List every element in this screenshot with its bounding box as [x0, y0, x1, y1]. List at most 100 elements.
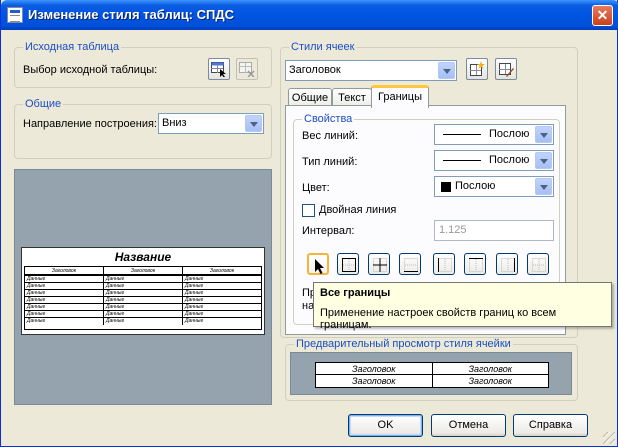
- cell-preview-cell: Заголовок: [468, 364, 512, 374]
- preview-data-cell: Данные: [185, 276, 204, 282]
- preview-data-cell: Данные: [185, 304, 204, 310]
- color-swatch: [441, 182, 451, 192]
- top-border-icon: [469, 258, 483, 272]
- bottom-border-icon: [404, 258, 418, 272]
- preview-data-cell: Данные: [104, 276, 183, 282]
- chevron-down-icon[interactable]: [535, 126, 552, 143]
- line-type-swatch: [443, 160, 481, 161]
- direction-label: Направление построения:: [23, 118, 157, 130]
- interval-input[interactable]: 1.125: [434, 220, 554, 241]
- chevron-down-icon[interactable]: [535, 152, 552, 169]
- help-button[interactable]: Справка: [513, 414, 588, 437]
- cell-preview-row: Заголовок Заголовок: [316, 375, 548, 387]
- preview-data-row: Данные Данные Данные: [25, 304, 261, 311]
- preview-data-cell: Данные: [185, 297, 204, 303]
- right-border-icon: [501, 258, 515, 272]
- preview-data-cell: Данные: [185, 283, 204, 289]
- bottom-border-button[interactable]: [399, 253, 421, 275]
- preview-data-row: Данные Данные Данные: [25, 290, 261, 297]
- tooltip-title: Все границы: [320, 287, 391, 299]
- cell-preview-cell: Заголовок: [316, 375, 433, 387]
- preview-data-row: Данные Данные Данные: [25, 283, 261, 290]
- cell-style-select[interactable]: Заголовок: [285, 60, 457, 81]
- all-borders-tooltip: Все границы Применение настроек свойств …: [313, 282, 612, 331]
- outer-borders-button[interactable]: [337, 253, 359, 275]
- select-source-table-button[interactable]: [208, 58, 230, 80]
- preview-header-cell: Заголовок: [104, 267, 183, 274]
- chevron-down-icon[interactable]: [535, 178, 552, 195]
- preview-data-cell: Данные: [104, 304, 183, 310]
- cell-style-value: Заголовок: [289, 64, 341, 76]
- outer-borders-icon: [342, 258, 356, 272]
- preview-data-cell: Данные: [104, 318, 183, 325]
- line-weight-value: Послою: [489, 128, 530, 140]
- color-value: Послою: [455, 180, 496, 192]
- title-bar[interactable]: Изменение стиля таблиц: СПДС ✕: [1, 0, 618, 30]
- preview-data-cell: Данные: [185, 311, 204, 317]
- right-border-button[interactable]: [496, 253, 518, 275]
- resize-grip[interactable]: [603, 432, 615, 444]
- line-weight-select[interactable]: Послою: [434, 124, 554, 145]
- preview-data-cell: Данные: [25, 283, 104, 289]
- inner-borders-button[interactable]: [368, 253, 390, 275]
- select-source-table-label: Выбор исходной таблицы:: [23, 64, 158, 76]
- new-cell-style-icon: [470, 61, 485, 76]
- cursor-icon: [315, 259, 324, 274]
- all-borders-button[interactable]: [307, 253, 329, 275]
- preview-data-cell: Данные: [185, 318, 204, 324]
- cell-styles-legend: Стили ячеек: [289, 41, 357, 53]
- dialog-window: Изменение стиля таблиц: СПДС ✕ Исходная …: [0, 0, 618, 447]
- table-delete-icon: [239, 62, 255, 77]
- preview-data-row: Данные Данные Данные: [25, 276, 261, 283]
- direction-select[interactable]: Вниз: [158, 113, 264, 134]
- preview-data-cell: Данные: [185, 290, 204, 296]
- line-weight-swatch: [443, 134, 481, 135]
- cell-style-preview: Заголовок Заголовок Заголовок Заголовок: [290, 352, 572, 395]
- line-type-value: Послою: [489, 154, 530, 166]
- source-table-legend: Исходная таблица: [23, 41, 122, 53]
- preview-sheet: Название Заголовок Заголовок Заголовок Д…: [21, 247, 265, 335]
- double-line-checkbox[interactable]: [302, 204, 315, 217]
- no-borders-button[interactable]: [527, 253, 549, 275]
- ok-button[interactable]: OK: [348, 414, 423, 437]
- preview-data-row: Данные Данные Данные: [25, 297, 261, 304]
- tab-borders[interactable]: Границы: [371, 85, 429, 108]
- preview-data-cell: Данные: [25, 276, 104, 282]
- preview-data-cell: Данные: [104, 311, 183, 317]
- preview-data-row: Данные Данные Данные: [25, 311, 261, 318]
- preview-data-cell: Данные: [104, 290, 183, 296]
- close-icon: ✕: [596, 7, 609, 23]
- chevron-down-icon[interactable]: [245, 115, 262, 132]
- table-style-icon: [7, 7, 23, 23]
- cancel-button[interactable]: Отмена: [431, 414, 506, 437]
- cell-preview-row: Заголовок Заголовок: [316, 363, 548, 375]
- preview-data-cell: Данные: [104, 297, 183, 303]
- table-style-preview: Название Заголовок Заголовок Заголовок Д…: [14, 169, 272, 405]
- create-cell-style-button[interactable]: [466, 58, 488, 80]
- top-border-button[interactable]: [464, 253, 486, 275]
- direction-value: Вниз: [162, 117, 187, 129]
- preview-header-row: Заголовок Заголовок Заголовок: [25, 267, 261, 276]
- inner-borders-icon: [373, 258, 387, 272]
- cell-preview-table: Заголовок Заголовок Заголовок Заголовок: [315, 362, 549, 388]
- double-line-label[interactable]: Двойная линия: [319, 204, 396, 216]
- left-border-button[interactable]: [433, 253, 455, 275]
- preview-header-cell: Заголовок: [209, 268, 235, 274]
- manage-cell-styles-button[interactable]: [495, 58, 517, 80]
- line-type-select[interactable]: Послою: [434, 150, 554, 171]
- preview-data-cell: Данные: [25, 318, 104, 325]
- preview-data-cell: Данные: [25, 290, 104, 296]
- tooltip-body: Применение настроек свойств границ ко вс…: [320, 307, 557, 331]
- properties-legend: Свойства: [302, 113, 355, 125]
- close-button[interactable]: ✕: [592, 5, 613, 26]
- preview-data-cell: Данные: [25, 311, 104, 317]
- chevron-down-icon[interactable]: [438, 62, 455, 79]
- preview-data-cell: Данные: [104, 283, 183, 289]
- color-label: Цвет:: [302, 182, 330, 194]
- color-select[interactable]: Послою: [434, 176, 554, 197]
- delete-source-table-button[interactable]: [236, 58, 258, 80]
- preview-data-cell: Данные: [25, 304, 104, 310]
- manage-cell-styles-icon: [499, 63, 514, 77]
- cell-preview-legend: Предварительный просмотр стиля ячейки: [294, 338, 513, 350]
- general-legend: Общие: [23, 98, 64, 110]
